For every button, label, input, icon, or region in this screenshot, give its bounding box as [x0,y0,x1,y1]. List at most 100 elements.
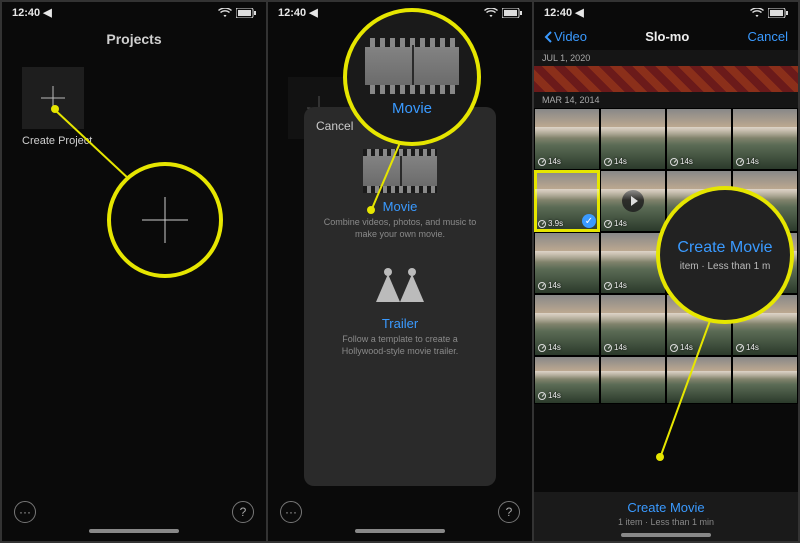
more-button[interactable]: ··· [280,501,302,523]
plus-icon [142,197,188,243]
annotation-zoom-plus [107,162,223,278]
video-thumb[interactable]: 14s [600,170,666,232]
movie-title: Movie [312,199,488,214]
clock-icon [538,344,546,352]
new-project-modal: Cancel New Movie Combine videos, photos,… [304,107,496,486]
film-strip-icon [363,149,437,193]
clock-icon [538,220,546,228]
trailer-title: Trailer [312,316,488,331]
video-thumb[interactable] [732,356,798,404]
video-thumb[interactable]: 14s [600,294,666,356]
video-thumb[interactable] [600,356,666,404]
video-thumb[interactable] [534,66,798,92]
battery-icon [768,8,788,18]
zoom-create-sub: item · Less than 1 m [680,261,771,272]
video-thumb[interactable] [666,356,732,404]
status-bar: 12:40 ◀ [534,2,798,23]
spotlight-icon [370,264,430,310]
play-icon [622,190,644,212]
wifi-icon [484,8,498,18]
duration-label: 14s [538,343,561,352]
help-button[interactable]: ? [498,501,520,523]
status-time: 12:40 ◀ [544,6,584,19]
nav-title: Slo-mo [645,29,689,44]
status-right [218,8,256,18]
video-thumb[interactable]: 14s [534,232,600,294]
video-thumb-selected[interactable]: 3.9s ✓ [534,170,600,232]
zoom-movie-label: Movie [392,100,432,117]
chevron-left-icon [544,31,552,43]
screen-new-project: 12:40 ◀ Cancel New Movie Combine videos,… [268,2,532,541]
checkmark-icon: ✓ [582,214,596,228]
status-time: 12:40 ◀ [278,6,318,19]
screen-projects: 12:40 ◀ Projects Create Project ··· ? [2,2,266,541]
duration-label: 3.9s [538,219,563,228]
wifi-icon [218,8,232,18]
trailer-desc: Follow a template to create a Hollywood-… [312,334,488,357]
film-strip-icon [365,38,459,94]
video-thumb[interactable]: 14s [666,108,732,170]
home-indicator [621,533,711,537]
section-header: JUL 1, 2020 [534,50,798,66]
create-movie-button[interactable]: Create Movie [534,500,798,515]
wifi-icon [750,8,764,18]
battery-icon [236,8,256,18]
clock-icon [736,158,744,166]
screen-media-picker: 12:40 ◀ Video Slo-mo Cancel JUL 1, 2020 … [534,2,798,541]
bottom-bar: ··· ? [2,493,266,541]
status-right [750,8,788,18]
back-button[interactable]: Video [544,29,587,44]
video-thumb[interactable]: 14s [732,108,798,170]
bottom-bar: ··· ? [268,493,532,541]
cancel-button[interactable]: Cancel [316,119,353,133]
annotation-zoom-movie: Movie [343,8,481,146]
duration-label: 14s [670,157,693,166]
duration-label: 14s [736,343,759,352]
create-movie-bar[interactable]: Create Movie 1 item · Less than 1 min [534,492,798,541]
clock-icon [736,344,744,352]
create-movie-sub: 1 item · Less than 1 min [534,517,798,527]
video-thumb[interactable]: 14s [534,108,600,170]
duration-label: 14s [604,343,627,352]
annotation-zoom-create: Create Movie item · Less than 1 m [656,186,794,324]
duration-label: 14s [604,281,627,290]
zoom-create-label: Create Movie [677,239,772,257]
annotation-dot [656,453,664,461]
duration-label: 14s [538,281,561,290]
video-thumb[interactable]: 14s [534,294,600,356]
home-indicator [89,529,179,533]
home-indicator [355,529,445,533]
clock-icon [670,158,678,166]
status-bar: 12:40 ◀ [2,2,266,23]
clock-icon [538,392,546,400]
more-button[interactable]: ··· [14,501,36,523]
clock-icon [604,158,612,166]
movie-desc: Combine videos, photos, and music to mak… [312,217,488,240]
duration-label: 14s [538,157,561,166]
help-button[interactable]: ? [232,501,254,523]
video-thumb[interactable]: 14s [534,356,600,404]
battery-icon [502,8,522,18]
trailer-option[interactable]: Trailer Follow a template to create a Ho… [312,252,488,369]
clock-icon [604,220,612,228]
duration-label: 14s [670,343,693,352]
plus-icon [41,86,65,110]
clock-icon [538,282,546,290]
duration-label: 14s [538,391,561,400]
page-title: Projects [2,23,266,55]
duration-label: 14s [736,157,759,166]
nav-bar: Video Slo-mo Cancel [534,23,798,50]
clock-icon [604,344,612,352]
duration-label: 14s [604,219,627,228]
status-right [484,8,522,18]
duration-label: 14s [604,157,627,166]
section-header: MAR 14, 2014 [534,92,798,108]
clock-icon [604,282,612,290]
create-project-label: Create Project [22,135,266,147]
video-thumb[interactable]: 14s [600,108,666,170]
clock-icon [670,344,678,352]
cancel-button[interactable]: Cancel [748,29,788,44]
movie-option[interactable]: Movie Combine videos, photos, and music … [312,143,488,252]
create-project-button[interactable] [22,67,84,129]
status-time: 12:40 ◀ [12,6,52,19]
